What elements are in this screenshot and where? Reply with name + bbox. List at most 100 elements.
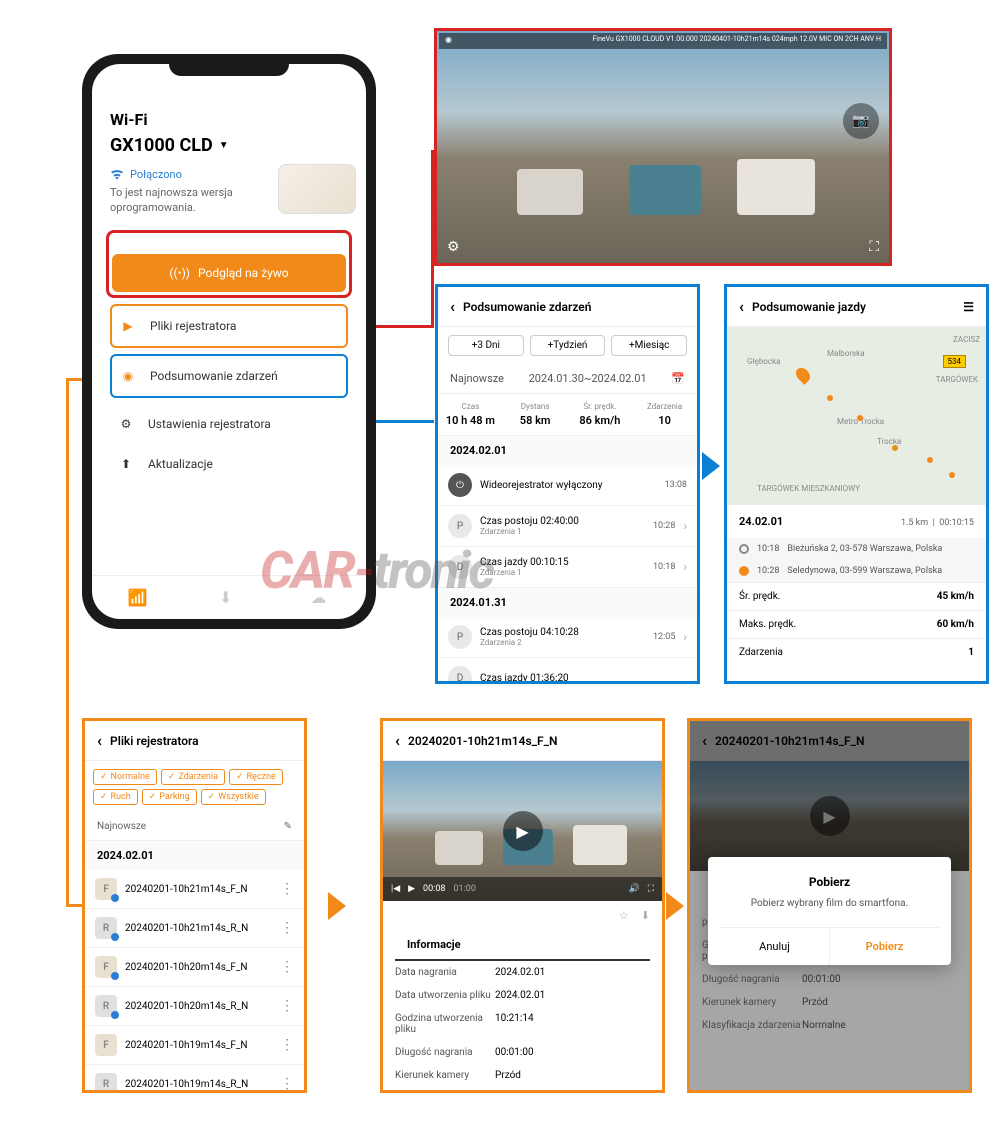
menu-files[interactable]: ▶ Pliki rejestratora (112, 306, 346, 346)
file-row[interactable]: R 20240201-10h19m14s_R_N ⋮ (85, 1065, 304, 1093)
check-icon: ✓ (149, 792, 157, 802)
file-row[interactable]: R 20240201-10h20m14s_R_N ⋮ (85, 987, 304, 1026)
chevron-down-icon: ▼ (219, 140, 229, 151)
event-type-icon: P (448, 514, 472, 538)
filter-chip[interactable]: ✓ Normalne (93, 769, 157, 785)
more-icon[interactable]: ⋮ (280, 881, 294, 897)
event-type-icon: D (448, 666, 472, 684)
camera-switch-icon[interactable]: 📷 (843, 103, 879, 139)
menu-events[interactable]: ◉ Podsumowanie zdarzeń (112, 356, 346, 396)
modal-title: Pobierz (720, 875, 939, 889)
event-type-icon: ⏻ (448, 473, 472, 497)
skip-back-icon[interactable]: |◀ (391, 884, 400, 894)
arrow-files-to-video (328, 892, 346, 920)
confirm-download-button[interactable]: Pobierz (829, 928, 939, 965)
filter-chip[interactable]: ✓ Parking (142, 789, 197, 805)
file-date-header: 2024.02.01 (85, 841, 304, 870)
files-panel: ‹ Pliki rejestratora ✓ Normalne✓ Zdarzen… (82, 718, 307, 1093)
download-modal-panel: ‹ 20240201-10h21m14s_F_N ▶ pliku2024.02.… (687, 718, 972, 1093)
gear-icon: ⚙ (116, 414, 136, 434)
event-type-icon: D (448, 555, 472, 579)
back-button[interactable]: ‹ (395, 731, 400, 750)
footer-cloud-icon[interactable]: ☁ (310, 588, 330, 608)
more-icon[interactable]: ⋮ (280, 1037, 294, 1053)
video-player[interactable]: ▶ |◀ ▶ 00:08 01:00 🔊 ⛶ (383, 761, 662, 901)
play-icon[interactable]: ▶ (408, 884, 415, 894)
download-icon[interactable]: ⬇ (641, 909, 650, 922)
back-button[interactable]: ‹ (450, 297, 455, 316)
play-button[interactable]: ▶ (503, 811, 543, 851)
event-row[interactable]: P Czas postoju 02:40:00Zdarzenia 1 10:28… (438, 506, 697, 547)
info-row: Długość nagrania00:01:00 (383, 1041, 662, 1064)
sort-newest[interactable]: Najnowsze (450, 372, 504, 385)
camera-badge: F (95, 1034, 117, 1056)
live-view-button[interactable]: ((•)) Podgląd na żywo (112, 254, 346, 292)
list-toggle-icon[interactable]: ☰ (963, 300, 974, 314)
fullscreen-icon[interactable]: ⛶ (648, 884, 654, 894)
event-row[interactable]: P Czas postoju 04:10:28Zdarzenia 2 12:05… (438, 617, 697, 658)
check-icon: ✓ (208, 792, 216, 802)
info-row: Klasyfikacja zdarzeniaNormalne (383, 1087, 662, 1093)
chip-week[interactable]: +Tydzień (530, 335, 606, 356)
filter-chip[interactable]: ✓ Ruch (93, 789, 138, 805)
more-icon[interactable]: ⋮ (280, 959, 294, 975)
date-filter-chips: +3 Dni +Tydzień +Miesiąc (438, 327, 697, 364)
favorite-icon[interactable]: ☆ (619, 909, 629, 922)
files-menu-highlight: ▶ Pliki rejestratora (110, 304, 348, 348)
live-view-panel: ◉FineVu GX1000 CLOUD V1.00.000 20240401-… (434, 28, 892, 266)
back-button[interactable]: ‹ (739, 297, 744, 316)
camera-badge: R (95, 995, 117, 1017)
filter-chip[interactable]: ✓ Zdarzenia (161, 769, 225, 785)
trip-header: ‹ Podsumowanie jazdy ☰ (727, 287, 986, 327)
more-icon[interactable]: ⋮ (280, 920, 294, 936)
trip-date: 24.02.01 (739, 515, 783, 528)
sort-newest[interactable]: Najnowsze (97, 821, 146, 832)
info-row: Data nagrania2024.02.01 (383, 961, 662, 984)
trip-location-end: 10:28 Seledynowa, 03-599 Warszawa, Polsk… (727, 560, 986, 582)
device-image (278, 164, 356, 214)
chip-month[interactable]: +Miesiąc (611, 335, 687, 356)
more-icon[interactable]: ⋮ (280, 998, 294, 1014)
route-map[interactable]: Głębocka Malborska Metro Trocka TARGÓWEK… (727, 327, 986, 505)
edit-icon[interactable]: ✎ (284, 821, 292, 832)
more-icon[interactable]: ⋮ (280, 1076, 294, 1092)
date-range: 2024.01.30~2024.02.01 (529, 372, 647, 385)
volume-icon[interactable]: 🔊 (628, 884, 639, 894)
file-row[interactable]: F 20240201-10h21m14s_F_N ⋮ (85, 870, 304, 909)
camera-badge: F (95, 878, 117, 900)
upload-icon: ⬆ (116, 454, 136, 474)
cancel-button[interactable]: Anuluj (720, 928, 829, 965)
camera-settings-icon[interactable]: ⚙ (447, 239, 460, 255)
route-icon: ◉ (118, 366, 138, 386)
filter-chip[interactable]: ✓ Ręczne (229, 769, 283, 785)
vehicle-graphic (517, 169, 583, 215)
event-date-header: 2024.01.31 (438, 588, 697, 617)
file-row[interactable]: F 20240201-10h19m14s_F_N ⋮ (85, 1026, 304, 1065)
film-icon: ▶ (118, 316, 138, 336)
chip-3days[interactable]: +3 Dni (448, 335, 524, 356)
back-button[interactable]: ‹ (97, 731, 102, 750)
check-icon: ✓ (168, 772, 176, 782)
modal-message: Pobierz wybrany film do smartfona. (720, 897, 939, 911)
event-row: ⏻ Wideorejestrator wyłączony 13:08 (438, 465, 697, 506)
file-row[interactable]: R 20240201-10h21m14s_R_N ⋮ (85, 909, 304, 948)
vehicle-graphic (629, 165, 701, 215)
download-modal: Pobierz Pobierz wybrany film do smartfon… (708, 857, 951, 965)
filter-chip[interactable]: ✓ Wszystkie (201, 789, 266, 805)
chevron-right-icon: › (683, 630, 687, 644)
menu-updates[interactable]: ⬆ Aktualizacje (110, 444, 348, 484)
vehicle-graphic (737, 159, 815, 215)
device-selector[interactable]: GX1000 CLD ▼ (110, 135, 348, 156)
menu-settings[interactable]: ⚙ Ustawienia rejestratora (110, 404, 348, 444)
event-row[interactable]: D Czas jazdy 00:10:15Zdarzenia 1 10:18 › (438, 547, 697, 588)
info-row: Data utworzenia pliku2024.02.01 (383, 984, 662, 1007)
check-icon: ✓ (236, 772, 244, 782)
file-row[interactable]: F 20240201-10h20m14s_F_N ⋮ (85, 948, 304, 987)
footer-download-icon[interactable]: ⬇ (219, 588, 239, 608)
connector-orange-v (66, 378, 69, 906)
calendar-icon[interactable]: 📅 (671, 372, 685, 385)
fullscreen-icon[interactable]: ⛶ (869, 239, 879, 255)
connector-orange-h2 (66, 904, 82, 907)
trip-location-start: 10:18 Bieżuńska 2, 03-578 Warszawa, Pols… (727, 538, 986, 560)
footer-wifi-icon[interactable]: 📶 (128, 588, 148, 608)
